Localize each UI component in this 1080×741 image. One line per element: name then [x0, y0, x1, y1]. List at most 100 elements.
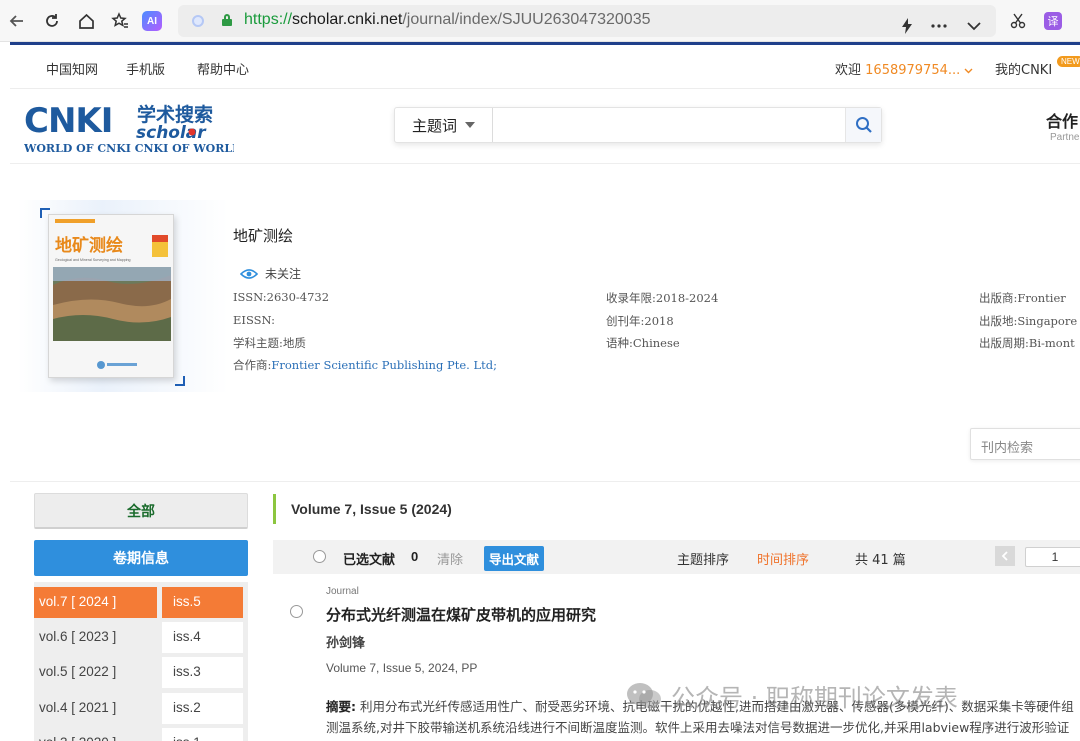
- coverage-years: 收录年限:2018-2024: [606, 291, 719, 305]
- journal-cover: 地矿测绘 Geological and Mineral Surveying an…: [40, 208, 185, 386]
- eye-icon: [240, 268, 258, 279]
- article-meta: Volume 7, Issue 5, 2024, PP: [326, 661, 478, 675]
- url-path: /journal/index/SJUU263047320035: [402, 11, 651, 28]
- divider: [10, 481, 1080, 482]
- total-count: 共 41 篇: [855, 553, 906, 568]
- search-input[interactable]: [495, 108, 845, 142]
- article-title-link[interactable]: 分布式光纤测温在煤矿皮带机的应用研究: [326, 604, 596, 625]
- abstract-line: 测温系统,对井下胶带输送机系统沿线进行不间断温度监测。软件上采用去噪法对信号数据…: [326, 720, 1070, 735]
- sort-by-topic[interactable]: 主题排序: [677, 549, 729, 568]
- partner-info: 合作商:Frontier Scientific Publishing Pte. …: [233, 357, 497, 373]
- logo-tagline: WORLD OF CNKI CNKI OF WORLD: [24, 142, 234, 154]
- page-input[interactable]: 1: [1025, 547, 1080, 567]
- subject: 学科主题:地质: [233, 336, 306, 350]
- issue-item[interactable]: iss.5: [162, 587, 243, 618]
- partner-sub-label: Partne: [1050, 132, 1080, 143]
- publisher: 出版商:Frontier: [979, 291, 1066, 305]
- issue-item[interactable]: iss.4: [162, 622, 243, 653]
- sort-by-time[interactable]: 时间排序: [757, 549, 809, 568]
- browser-toolbar: AI https://scholar.cnki.net/journal/inde…: [0, 0, 1080, 42]
- issue-item[interactable]: iss.2: [162, 693, 243, 724]
- new-badge: NEW: [1057, 56, 1080, 67]
- founded-year: 创刊年:2018: [606, 314, 674, 328]
- reload-icon[interactable]: [40, 9, 64, 33]
- nav-link-mobile[interactable]: 手机版: [126, 59, 165, 78]
- abstract-label: 摘要:: [326, 699, 356, 714]
- search-icon: [855, 117, 872, 133]
- abstract-line: 利用分布式光纤传感适用性广、耐受恶劣环境、抗电磁干扰的优越性,进而搭建由激光器、…: [356, 699, 1074, 714]
- all-button[interactable]: 全部: [34, 493, 248, 529]
- site-header: CNKI 学术搜索 scholar WORLD OF CNKI CNKI OF …: [10, 90, 1080, 164]
- article-type: Journal: [326, 586, 359, 597]
- volume-item[interactable]: vol.4 [ 2021 ]: [34, 693, 157, 724]
- prev-page-button[interactable]: [995, 546, 1015, 566]
- translate-icon[interactable]: 译: [1044, 12, 1062, 30]
- search-type-select[interactable]: 主题词: [395, 108, 493, 142]
- issue-item[interactable]: iss.3: [162, 657, 243, 688]
- user-menu[interactable]: 欢迎 1658979754...: [835, 59, 973, 78]
- results-toolbar: 已选文献 0 清除 导出文献 主题排序 时间排序 共 41 篇 1: [273, 540, 1080, 574]
- cover-corner: [175, 376, 185, 386]
- url-scheme: https://: [244, 11, 293, 28]
- nav-link-cnki[interactable]: 中国知网: [46, 59, 98, 78]
- partner-link[interactable]: 合作: [1046, 108, 1078, 132]
- volume-item[interactable]: vol.5 [ 2022 ]: [34, 657, 157, 688]
- issue-item[interactable]: iss.1: [162, 728, 243, 741]
- url-text[interactable]: https://scholar.cnki.net/journal/index/S…: [244, 11, 651, 29]
- select-all-radio[interactable]: [313, 550, 326, 563]
- publication-cycle: 出版周期:Bi-mont: [979, 336, 1075, 350]
- eissn: EISSN:: [233, 313, 276, 327]
- cover-image: 地矿测绘 Geological and Mineral Surveying an…: [48, 214, 174, 378]
- nav-link-help[interactable]: 帮助中心: [197, 59, 249, 78]
- volume-item[interactable]: vol.3 [ 2020 ]: [34, 728, 157, 741]
- volume-item[interactable]: vol.6 [ 2023 ]: [34, 622, 157, 653]
- welcome-label: 欢迎: [835, 63, 862, 78]
- chevron-left-icon: [1001, 551, 1008, 561]
- site-top-nav: 中国知网 手机版 帮助中心 欢迎 1658979754... 我的CNKI NE…: [10, 45, 1080, 89]
- chevron-down-icon[interactable]: [963, 14, 985, 38]
- scissors-icon[interactable]: [1007, 9, 1029, 33]
- lightning-icon[interactable]: [896, 14, 918, 38]
- journal-title: 地矿测绘: [233, 227, 294, 245]
- heading-accent: [273, 494, 276, 524]
- my-cnki-link[interactable]: 我的CNKI: [995, 59, 1052, 78]
- site-info-icon[interactable]: [192, 15, 204, 27]
- partner-label: 合作商:: [233, 358, 272, 372]
- follow-button[interactable]: 未关注: [240, 265, 301, 282]
- clear-button[interactable]: 清除: [437, 549, 463, 568]
- search-type-label: 主题词: [411, 116, 457, 135]
- export-button[interactable]: 导出文献: [484, 546, 545, 571]
- search-button[interactable]: [845, 108, 881, 142]
- url-host: scholar.cnki.net: [292, 11, 403, 28]
- volume-info-button[interactable]: 卷期信息: [34, 540, 248, 576]
- article-abstract: 摘要: 利用分布式光纤传感适用性广、耐受恶劣环境、抗电磁干扰的优越性,进而搭建由…: [326, 696, 1080, 738]
- partner-value-link[interactable]: Frontier Scientific Publishing Pte. Ltd;: [271, 358, 497, 372]
- svg-text:CNKI: CNKI: [24, 102, 112, 141]
- back-icon[interactable]: [5, 9, 29, 33]
- cover-subtitle: Geological and Mineral Surveying and Map…: [55, 258, 131, 262]
- cnki-scholar-logo[interactable]: CNKI 学术搜索 scholar WORLD OF CNKI CNKI OF …: [24, 102, 234, 154]
- language: 语种:Chinese: [606, 336, 680, 350]
- address-bar[interactable]: https://scholar.cnki.net/journal/index/S…: [178, 5, 996, 37]
- cover-title: 地矿测绘: [55, 235, 123, 256]
- home-icon[interactable]: [74, 9, 98, 33]
- chevron-down-icon[interactable]: [964, 68, 973, 74]
- issn: ISSN:2630-4732: [233, 290, 330, 304]
- volume-heading: Volume 7, Issue 5 (2024): [291, 501, 452, 517]
- user-name[interactable]: 1658979754...: [865, 63, 960, 78]
- search-box: 主题词: [394, 107, 882, 143]
- article-select-radio[interactable]: [290, 605, 303, 618]
- lock-icon: [222, 14, 232, 26]
- follow-label: 未关注: [265, 267, 302, 281]
- in-journal-search-input[interactable]: 刊内检索: [970, 428, 1080, 460]
- favorites-icon[interactable]: [108, 9, 132, 33]
- caret-down-icon: [465, 122, 475, 128]
- selected-count: 0: [411, 549, 419, 564]
- publication-place: 出版地:Singapore: [979, 314, 1078, 328]
- more-icon[interactable]: [928, 14, 950, 38]
- volume-item[interactable]: vol.7 [ 2024 ]: [34, 587, 157, 618]
- ai-assistant-icon[interactable]: AI: [142, 11, 162, 31]
- svg-text:scholar: scholar: [136, 123, 207, 143]
- article-author-link[interactable]: 孙剑锋: [326, 632, 365, 651]
- selected-label: 已选文献: [343, 553, 396, 568]
